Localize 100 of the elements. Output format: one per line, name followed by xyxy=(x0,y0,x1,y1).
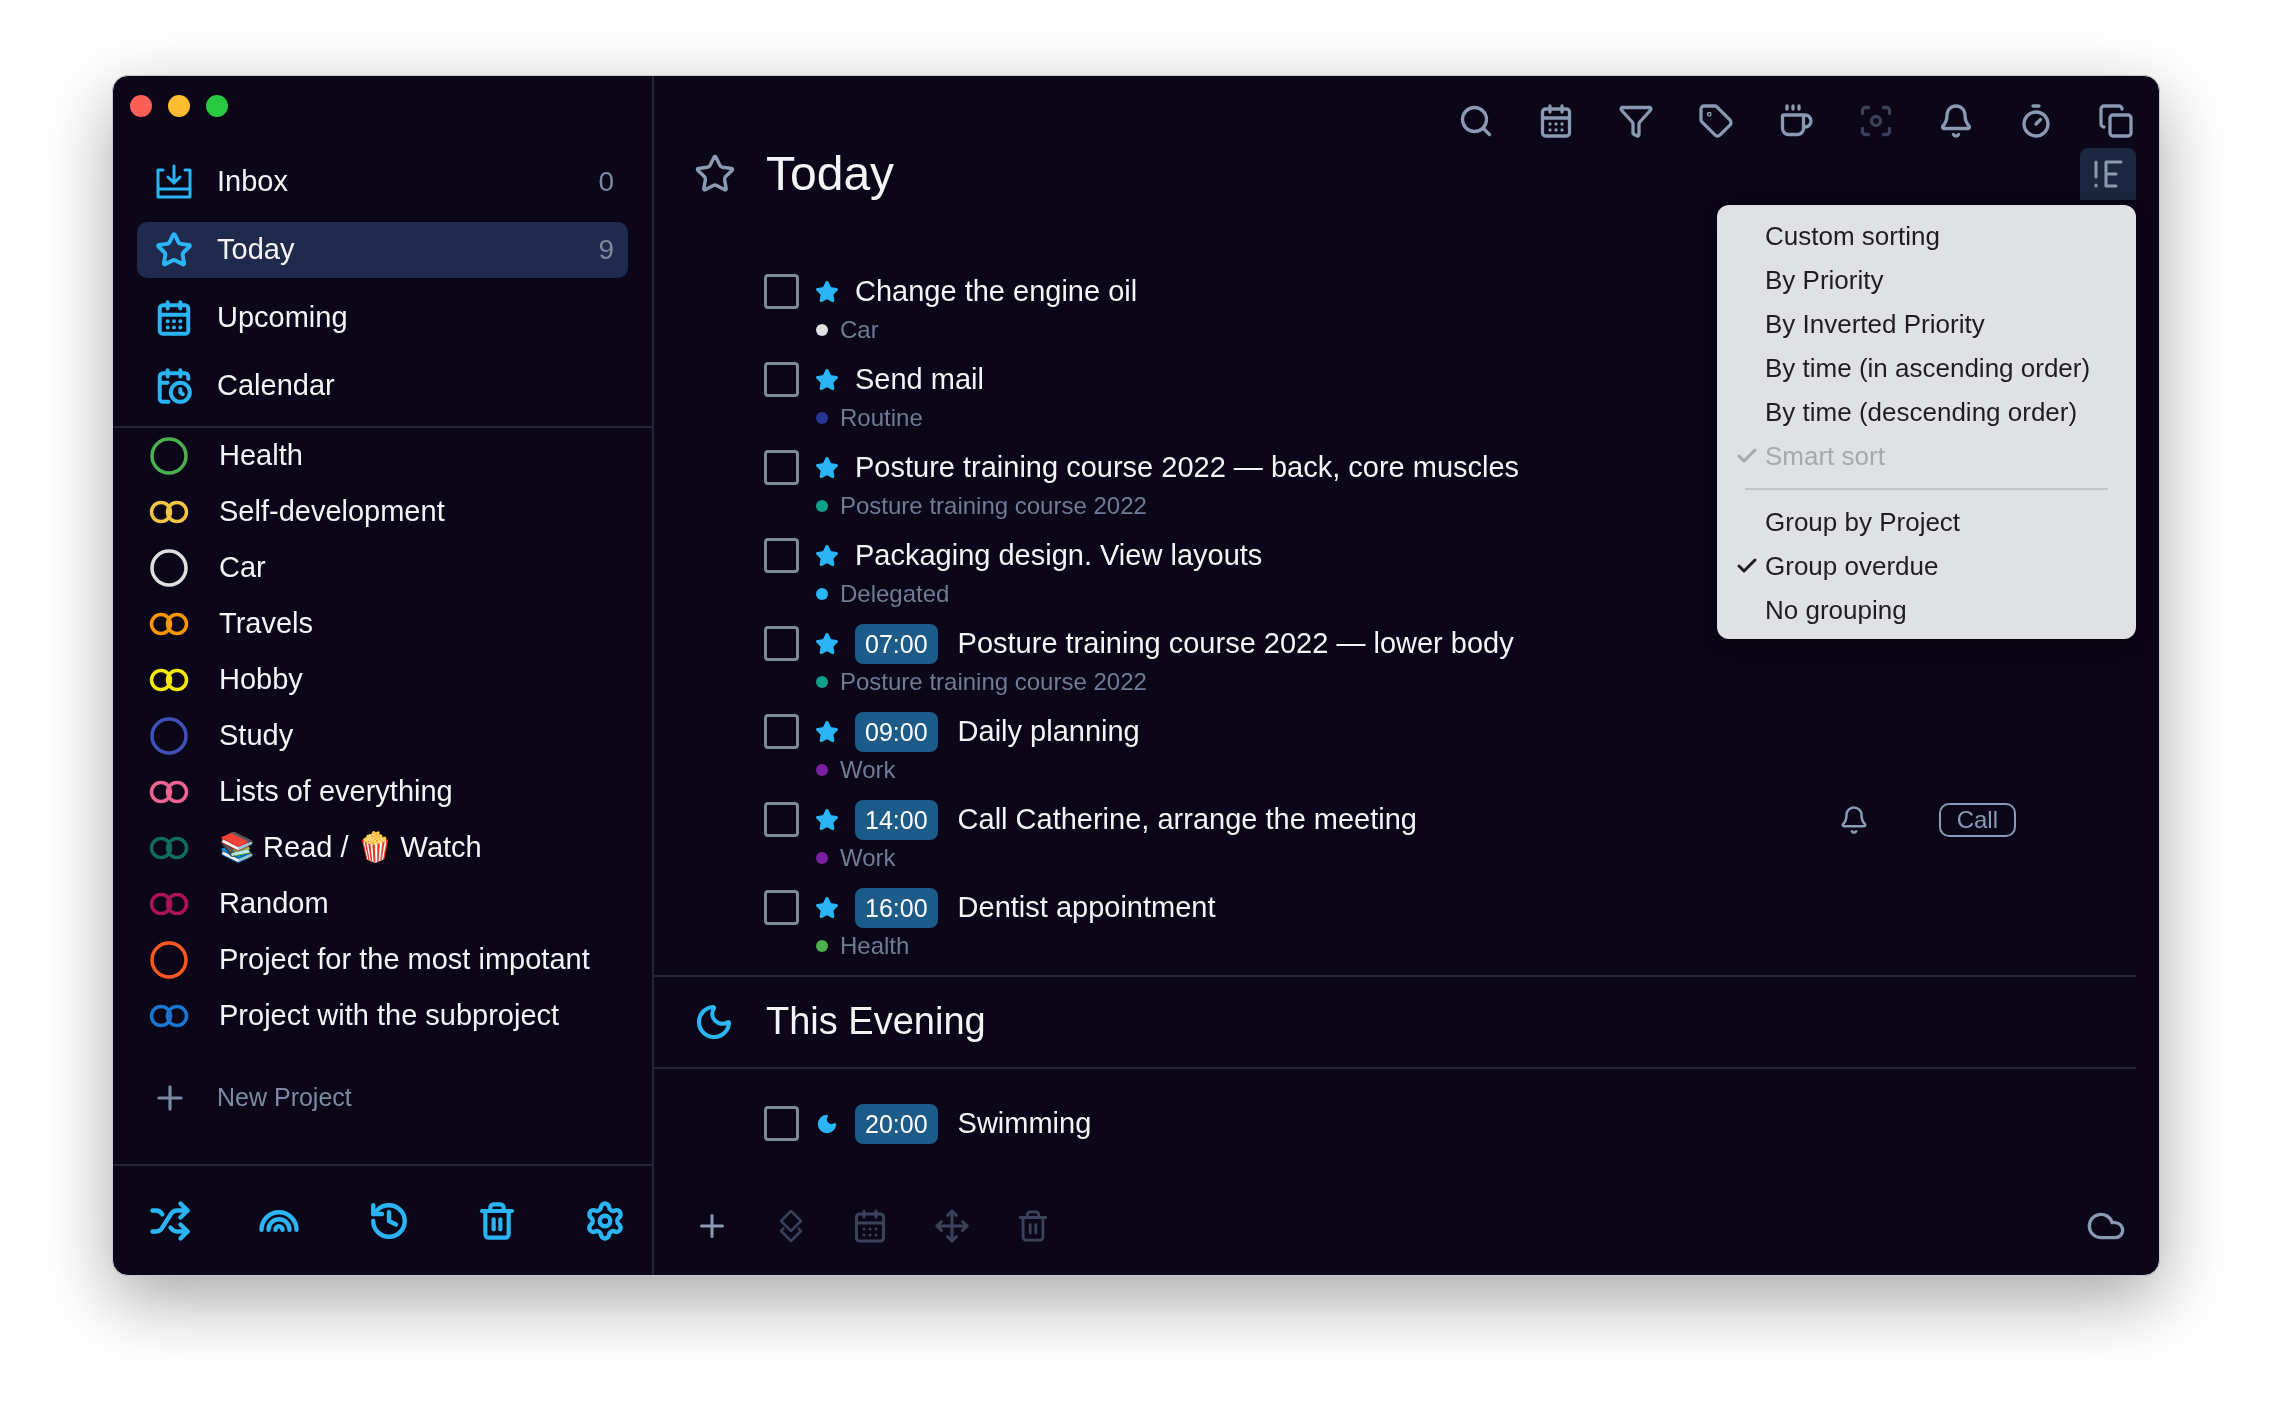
star-icon xyxy=(815,895,839,920)
nav-item[interactable]: Inbox 0 xyxy=(137,154,628,210)
star-icon xyxy=(815,807,839,832)
calendar-icon xyxy=(155,299,193,337)
time-badge: 14:00 xyxy=(855,799,938,840)
time-badge: 16:00 xyxy=(855,887,938,928)
task-project: Routine xyxy=(840,402,923,433)
project-item[interactable]: Self-development xyxy=(149,484,616,540)
project-label: Random xyxy=(219,886,329,922)
tag-icon[interactable] xyxy=(1698,102,1734,139)
task-checkbox[interactable] xyxy=(764,538,799,574)
project-label: Car xyxy=(219,550,266,586)
nav-item[interactable]: Calendar xyxy=(137,358,628,414)
copy-icon[interactable] xyxy=(2098,102,2134,139)
project-item[interactable]: Car xyxy=(149,540,616,596)
project-item[interactable]: Travels xyxy=(149,596,616,652)
project-label: Hobby xyxy=(219,662,303,698)
menu-item[interactable]: By Inverted Priority xyxy=(1717,302,2136,346)
task-project: Car xyxy=(840,314,879,345)
bell-icon[interactable] xyxy=(1938,102,1974,139)
project-label: Health xyxy=(219,438,303,474)
project-label: Project with the subproject xyxy=(219,998,560,1034)
task-title: Daily planning xyxy=(957,713,1140,749)
star-icon xyxy=(694,152,736,195)
nav-item[interactable]: Upcoming xyxy=(137,290,628,346)
project-label: Travels xyxy=(219,606,313,642)
task-title: Packaging design. View layouts xyxy=(855,537,1263,573)
menu-item[interactable]: No grouping xyxy=(1717,588,2136,632)
shuffle-icon[interactable] xyxy=(149,1199,191,1242)
menu-item[interactable]: Group by Project xyxy=(1717,500,2136,544)
task-title: Posture training course 2022 — lower body xyxy=(957,625,1514,661)
project-label: 📚 Read / 🍿 Watch xyxy=(219,830,482,866)
nav-label: Inbox xyxy=(217,164,289,200)
task-checkbox[interactable] xyxy=(764,274,799,310)
star-icon xyxy=(155,231,193,269)
task-row[interactable]: 20:00 Swimming xyxy=(764,1102,2136,1191)
task-title: Call Catherine, arrange the meeting xyxy=(957,801,1417,837)
project-label: Study xyxy=(219,718,294,754)
task-checkbox[interactable] xyxy=(764,802,799,838)
project-item[interactable]: Project with the subproject xyxy=(149,988,616,1044)
new-project-button[interactable]: New Project xyxy=(149,1070,652,1126)
sort-button[interactable] xyxy=(2080,147,2136,200)
menu-item[interactable]: Group overdue xyxy=(1717,544,2136,588)
star-icon xyxy=(815,455,839,480)
settings-icon[interactable] xyxy=(584,1199,626,1242)
calendar-icon[interactable] xyxy=(1538,102,1574,139)
page-title: Today xyxy=(766,145,895,202)
star-icon xyxy=(815,279,839,304)
task-title: Dentist appointment xyxy=(957,889,1216,925)
nav-item[interactable]: Today 9 xyxy=(137,222,628,278)
task-row[interactable]: 09:00 Daily planning Work xyxy=(764,710,2136,799)
time-badge: 09:00 xyxy=(855,711,938,752)
task-project: Health xyxy=(840,930,910,961)
task-checkbox[interactable] xyxy=(764,714,799,750)
task-title: Swimming xyxy=(957,1106,1092,1142)
cup-icon[interactable] xyxy=(1778,102,1814,139)
star-icon xyxy=(815,631,839,656)
project-item[interactable]: Hobby xyxy=(149,652,616,708)
star-icon xyxy=(815,719,839,744)
task-row[interactable]: 16:00 Dentist appointment Health xyxy=(764,886,2136,975)
moon-icon xyxy=(816,1112,838,1135)
menu-item[interactable]: Custom sorting xyxy=(1717,214,2136,258)
project-item[interactable]: Lists of everything xyxy=(149,764,616,820)
task-project: Posture training course 2022 xyxy=(840,490,1147,521)
star-icon xyxy=(815,543,839,568)
inbox-icon xyxy=(155,164,193,200)
tag-label[interactable]: Call xyxy=(1938,802,2016,837)
time-badge: 20:00 xyxy=(855,1103,938,1144)
task-checkbox[interactable] xyxy=(764,1106,799,1142)
task-checkbox[interactable] xyxy=(764,362,799,398)
project-label: Project for the most impotant xyxy=(219,942,590,978)
menu-item[interactable]: By time (in ascending order) xyxy=(1717,346,2136,390)
task-project: Posture training course 2022 xyxy=(840,666,1147,697)
section-title: This Evening xyxy=(766,999,986,1045)
project-item[interactable]: Health xyxy=(149,428,616,484)
task-checkbox[interactable] xyxy=(764,626,799,662)
task-title: Change the engine oil xyxy=(855,273,1138,309)
nav-count: 0 xyxy=(598,165,614,199)
task-checkbox[interactable] xyxy=(764,450,799,486)
nav-label: Calendar xyxy=(217,368,336,404)
project-item[interactable]: 📚 Read / 🍿 Watch xyxy=(149,820,616,876)
project-item[interactable]: Project for the most impotant xyxy=(149,932,616,988)
nav-label: Today xyxy=(217,232,296,268)
task-checkbox[interactable] xyxy=(764,890,799,926)
calendar-clock-icon xyxy=(155,367,193,405)
time-badge: 07:00 xyxy=(855,623,938,664)
nav-count: 9 xyxy=(598,233,614,267)
project-item[interactable]: Study xyxy=(149,708,616,764)
task-project: Work xyxy=(840,842,896,873)
project-item[interactable]: Random xyxy=(149,876,616,932)
task-project: Delegated xyxy=(840,578,950,609)
menu-item[interactable]: By time (descending order) xyxy=(1717,390,2136,434)
task-project: Work xyxy=(840,754,896,785)
task-title: Posture training course 2022 — back, core muscles xyxy=(855,449,1520,485)
sort-icon xyxy=(2092,158,2124,189)
task-title: Send mail xyxy=(855,361,984,397)
menu-item[interactable]: By Priority xyxy=(1717,258,2136,302)
nav-label: Upcoming xyxy=(217,300,349,336)
project-label: Self-development xyxy=(219,494,445,530)
star-icon xyxy=(815,367,839,392)
